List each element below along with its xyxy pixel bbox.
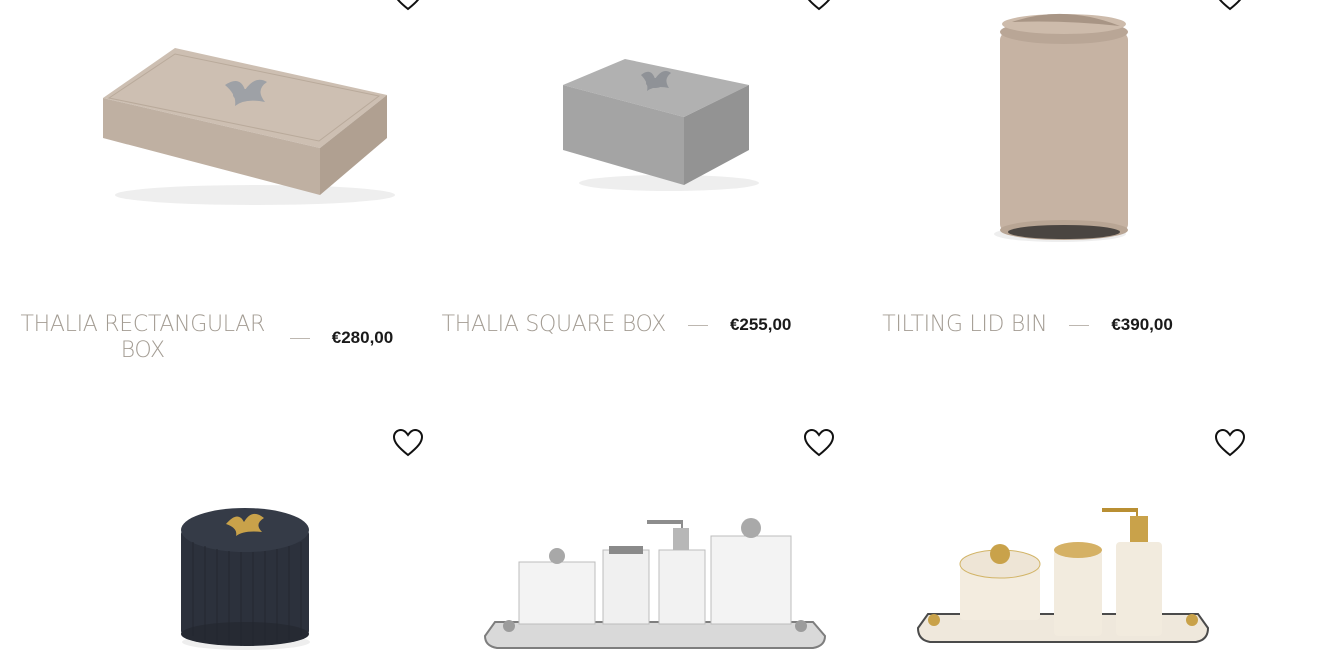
product-info: THALIA RECTANGULAR BOX €280,00	[0, 312, 411, 364]
separator	[289, 337, 310, 339]
product-card[interactable]	[411, 420, 835, 670]
product-price: €255,00	[729, 315, 792, 334]
separator	[1069, 324, 1090, 326]
product-title[interactable]: THALIA SQUARE BOX	[442, 312, 667, 338]
product-card[interactable]	[822, 420, 1246, 670]
product-price: €390,00	[1111, 315, 1173, 334]
product-title[interactable]: THALIA RECTANGULAR BOX	[18, 312, 268, 364]
product-image[interactable]	[483, 514, 829, 654]
heart-icon[interactable]	[1214, 428, 1246, 458]
product-image[interactable]	[916, 502, 1212, 660]
product-card[interactable]: THALIA SQUARE BOX €255,00	[411, 0, 831, 380]
product-info: THALIA SQUARE BOX €255,00	[411, 312, 822, 338]
product-price: €280,00	[331, 328, 394, 347]
product-card[interactable]	[0, 420, 424, 670]
product-image[interactable]	[992, 8, 1132, 243]
product-image[interactable]	[178, 506, 313, 651]
product-title[interactable]: TILTING LID BIN	[882, 312, 1047, 338]
product-image[interactable]	[95, 40, 395, 205]
product-image[interactable]	[559, 55, 759, 195]
heart-icon[interactable]	[1214, 0, 1246, 12]
product-card[interactable]: THALIA RECTANGULAR BOX €280,00	[0, 0, 420, 380]
product-card[interactable]: TILTING LID BIN €390,00	[822, 0, 1242, 380]
product-info: TILTING LID BIN €390,00	[822, 312, 1233, 338]
separator	[687, 324, 708, 326]
